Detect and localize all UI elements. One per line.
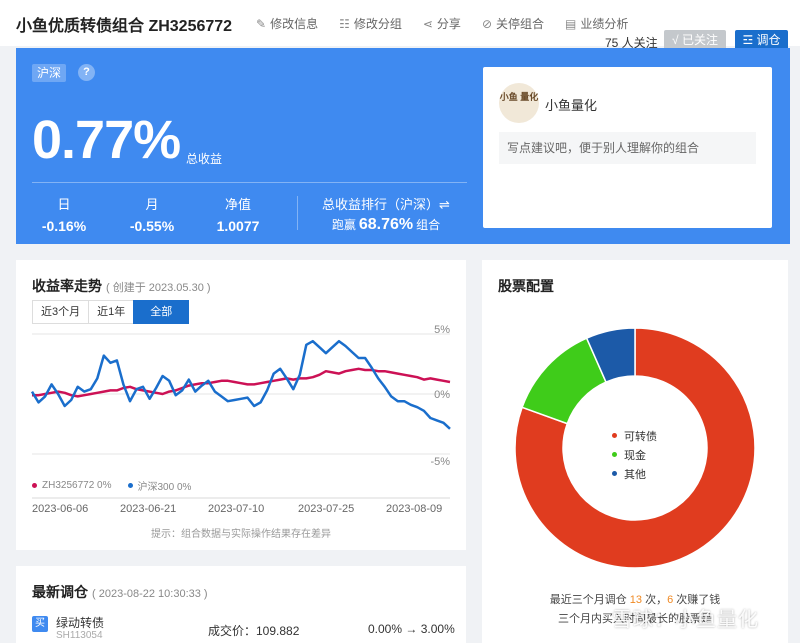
close-portfolio-label: 关停组合: [496, 17, 545, 31]
pencil-icon: ✎: [256, 16, 267, 31]
x-tick-label: 2023-06-21: [120, 503, 177, 515]
legend-dot: [612, 471, 617, 476]
edit-group-link[interactable]: ☷ 修改分组: [339, 15, 402, 32]
chart-disclaimer: 提示：组合数据与实际操作结果存在差异: [151, 529, 331, 540]
legend-other-label: 其他: [624, 468, 646, 481]
rank-percent: 68.76%: [358, 216, 414, 233]
legend-convertible-label: 可转债: [624, 430, 657, 443]
header-actions: ✎ 修改信息 ☷ 修改分组 ⋖ 分享 ⊘ 关停组合 ▤ 业绩分析: [256, 15, 649, 32]
market-tag: 沪深: [32, 64, 67, 82]
return-rank[interactable]: 总收益排行（沪深）⇌ 跑赢 68.76% 组合: [321, 194, 451, 234]
edit-info-link[interactable]: ✎ 修改信息: [256, 15, 318, 32]
x-tick-label: 2023-07-25: [298, 503, 355, 515]
legend-cash-label: 现金: [624, 449, 646, 462]
latest-time: ( 2023-08-22 10:30:33 ): [92, 588, 208, 600]
legend-dot: [612, 433, 617, 438]
donut-legend: 可转债 现金 其他: [612, 426, 657, 483]
csi300-series-line: [30, 339, 451, 430]
legend-portfolio-label: ZH3256772 0%: [42, 480, 112, 491]
description-input[interactable]: 写点建议吧，便于别人理解你的组合: [499, 132, 756, 164]
report-icon: ▤: [565, 16, 577, 31]
stock-code: SH113054: [56, 630, 103, 641]
share-label: 分享: [436, 17, 461, 31]
rebalance-button[interactable]: ☲ 调仓: [735, 30, 788, 50]
legend-dot: [612, 452, 617, 457]
return-rank-label: 总收益排行（沪深）⇌: [322, 197, 450, 212]
net-value: 净值 1.0077: [206, 194, 270, 234]
latest-rebalance-card: 最新调仓 ( 2023-08-22 10:30:33 ) 买 绿动转债 SH113…: [16, 566, 466, 643]
avatar[interactable]: 小鱼 量化: [499, 83, 539, 123]
x-tick-label: 2023-08-09: [386, 503, 443, 515]
stock-name[interactable]: 绿动转债: [56, 614, 104, 631]
arrow-right-icon: →: [405, 622, 418, 636]
y-tick-label: -5%: [430, 456, 450, 468]
summary-banner: 沪深 ? 0.77% 总收益 日 -0.16% 月 -0.55% 净值 1.00…: [16, 48, 790, 244]
trade-price: 成交价：109.882: [208, 624, 300, 638]
monthly-return-label: 月: [145, 197, 159, 212]
rank-prefix: 跑赢: [331, 218, 356, 232]
weight-change: 0.00% → 3.00%: [368, 622, 455, 636]
monthly-return-value: -0.55%: [129, 218, 175, 234]
performance-label: 业绩分析: [580, 17, 629, 31]
monthly-return: 月 -0.55%: [120, 194, 184, 234]
legend-dot: [32, 483, 37, 488]
share-link[interactable]: ⋖ 分享: [423, 15, 461, 32]
divider: [297, 196, 298, 230]
daily-return-value: -0.16%: [41, 218, 87, 234]
watermark: 雪球：小鱼量化: [612, 609, 759, 631]
legend-dot: [127, 483, 133, 488]
y-tick-label: 0%: [434, 389, 450, 401]
legend-csi300-label: 沪深300 0%: [137, 482, 192, 493]
chart-legend: ZH3256772 0% 沪深300 0%: [32, 478, 207, 493]
list-icon: ☷: [339, 16, 350, 31]
y-tick-label: 5%: [434, 324, 450, 336]
return-rank-value-row: 跑赢 68.76% 组合: [321, 216, 451, 234]
followed-button[interactable]: √ 已关注: [664, 30, 726, 50]
block-icon: ⊘: [481, 16, 492, 31]
buy-badge: 买: [32, 616, 48, 632]
weight-from: 0.00%: [368, 622, 403, 636]
help-icon[interactable]: ?: [78, 64, 95, 81]
x-tick-label: 2023-06-06: [32, 503, 89, 515]
return-trend-card: 收益率走势( 创建于 2023.05.30 ) 近3个月 近1年 全部 5% 0%…: [16, 260, 466, 550]
net-value-value: 1.0077: [216, 218, 260, 234]
stock-allocation-card: 股票配置 可转债 现金 其他 最近三个月调仓 13 次，6 次赚了钱 三个月内买…: [482, 260, 788, 643]
rank-suffix: 组合: [416, 218, 441, 232]
edit-group-label: 修改分组: [353, 17, 402, 31]
legend-other[interactable]: 其他: [612, 464, 657, 483]
latest-title: 最新调仓 ( 2023-08-22 10:30:33 ): [32, 582, 208, 602]
total-return-label: 总收益: [186, 152, 223, 166]
daily-return: 日 -0.16%: [32, 194, 96, 234]
net-value-label: 净值: [224, 197, 251, 212]
trade-row[interactable]: 买 绿动转债 SH113054 成交价：109.882 0.00% → 3.00…: [32, 614, 455, 643]
close-portfolio-link[interactable]: ⊘ 关停组合: [482, 15, 544, 32]
weight-to: 3.00%: [420, 622, 455, 636]
owner-card: 小鱼 量化 小鱼量化 写点建议吧，便于别人理解你的组合: [483, 67, 772, 228]
legend-cash[interactable]: 现金: [612, 445, 657, 464]
performance-link[interactable]: ▤ 业绩分析: [565, 15, 628, 32]
legend-csi300[interactable]: 沪深300 0%: [127, 478, 192, 493]
owner-name[interactable]: 小鱼量化: [545, 95, 597, 114]
legend-convertible[interactable]: 可转债: [612, 426, 657, 445]
share-icon: ⋖: [422, 16, 433, 31]
edit-info-label: 修改信息: [270, 17, 319, 31]
page-title: 小鱼优质转债组合 ZH3256772: [16, 18, 233, 35]
divider: [32, 182, 467, 183]
total-return-value: 0.77%: [32, 110, 181, 170]
daily-return-label: 日: [57, 197, 71, 212]
x-tick-label: 2023-07-10: [208, 503, 265, 515]
latest-title-text: 最新调仓: [32, 584, 88, 600]
legend-portfolio[interactable]: ZH3256772 0%: [32, 478, 112, 493]
